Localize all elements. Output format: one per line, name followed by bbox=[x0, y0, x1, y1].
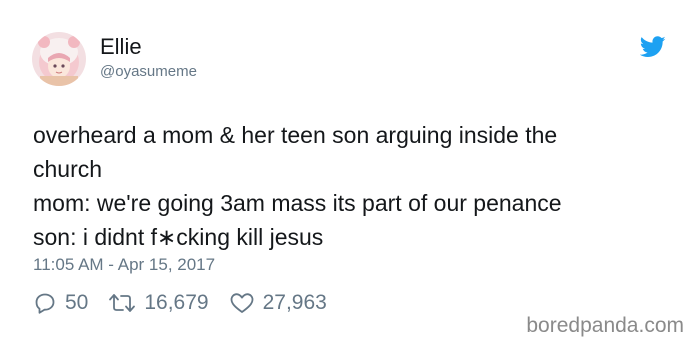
reply-icon bbox=[35, 293, 55, 314]
watermark: boredpanda.com bbox=[526, 314, 684, 337]
user-handle[interactable]: @oyasumeme bbox=[100, 63, 197, 81]
display-name[interactable]: Ellie bbox=[100, 34, 142, 60]
retweet-icon bbox=[109, 294, 136, 312]
reply-button[interactable]: 50 bbox=[33, 291, 88, 315]
retweet-count: 16,679 bbox=[144, 291, 209, 314]
avatar[interactable] bbox=[32, 32, 86, 86]
like-button[interactable]: 27,963 bbox=[229, 291, 327, 315]
retweet-button[interactable]: 16,679 bbox=[108, 291, 209, 315]
tweet-line: mom: we're going 3am mass its part of ou… bbox=[33, 190, 562, 216]
like-count: 27,963 bbox=[262, 291, 327, 314]
reply-count: 50 bbox=[65, 291, 89, 314]
tweet-actions: 50 16,679 27,963 bbox=[33, 288, 347, 318]
tweet-line: son: i didnt f∗cking kill jesus bbox=[33, 224, 324, 250]
tweet-line: overheard a mom & her teen son arguing i… bbox=[33, 122, 558, 148]
tweet-card: Ellie @oyasumeme overheard a mom & her t… bbox=[0, 0, 700, 347]
heart-icon bbox=[230, 293, 253, 313]
tweet-timestamp[interactable]: 11:05 AM - Apr 15, 2017 bbox=[33, 254, 215, 276]
tweet-line: church bbox=[33, 156, 103, 182]
anime-avatar-icon bbox=[32, 32, 86, 86]
twitter-bird-icon[interactable] bbox=[639, 36, 666, 58]
tweet-text: overheard a mom & her teen son arguing i… bbox=[33, 118, 683, 254]
